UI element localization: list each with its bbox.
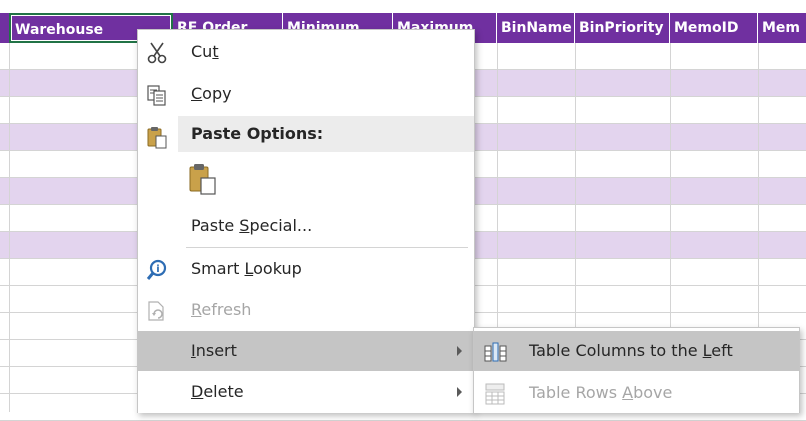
header-cell-binpriority[interactable]: BinPriority <box>575 13 670 43</box>
delete-menu-item[interactable]: Delete <box>138 372 474 412</box>
column-gridline <box>9 43 10 412</box>
insert-row-above-icon <box>483 382 507 406</box>
context-menu: Cut Copy Paste Options: Paste Special...… <box>137 29 475 413</box>
refresh-icon <box>145 299 169 323</box>
header-cell-binname[interactable]: BinName <box>497 13 575 43</box>
smart-lookup-menu-item[interactable]: i Smart Lookup <box>138 249 474 289</box>
svg-text:i: i <box>156 264 159 275</box>
paste-special-menu-item[interactable]: Paste Special... <box>138 206 474 246</box>
insert-menu-item[interactable]: Insert <box>138 331 474 371</box>
insert-column-left-icon <box>483 340 507 364</box>
menu-separator <box>186 247 468 248</box>
paste-option-default[interactable] <box>138 156 474 204</box>
paste-clipboard-icon[interactable] <box>188 162 218 200</box>
chevron-right-icon <box>457 346 462 356</box>
insert-submenu: Table Columns to the Left Table Rows Abo… <box>473 327 800 413</box>
header-cell-mem[interactable]: Mem <box>758 13 806 43</box>
refresh-menu-item[interactable]: Refresh <box>138 290 474 330</box>
table-rows-above-menu-item[interactable]: Table Rows Above <box>474 373 799 413</box>
paste-options-header: Paste Options: <box>178 116 474 152</box>
cut-menu-item[interactable]: Cut <box>138 32 474 72</box>
clipboard-icon <box>145 125 169 149</box>
scissors-icon <box>145 41 169 65</box>
copy-menu-item[interactable]: Copy <box>138 74 474 114</box>
copy-icon <box>145 83 169 107</box>
header-cell-memoid[interactable]: MemoID <box>670 13 758 43</box>
table-columns-left-menu-item[interactable]: Table Columns to the Left <box>474 331 799 371</box>
chevron-right-icon <box>457 387 462 397</box>
smart-lookup-icon: i <box>145 258 169 282</box>
